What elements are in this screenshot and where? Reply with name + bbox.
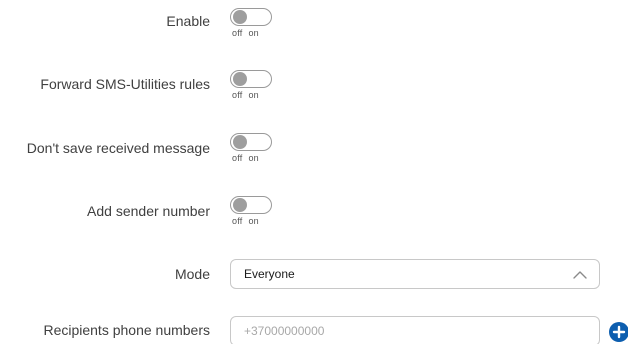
add-recipient-button[interactable] bbox=[609, 322, 628, 342]
add-sender-label: Add sender number bbox=[87, 203, 210, 219]
recipients-label: Recipients phone numbers bbox=[43, 322, 210, 338]
on-label: on bbox=[248, 153, 259, 163]
sms-forwarding-form: Enable off on Forward SMS-Utilities rules… bbox=[0, 0, 628, 344]
off-label: off bbox=[232, 28, 243, 38]
on-label: on bbox=[248, 216, 259, 226]
on-label: on bbox=[248, 28, 259, 38]
recipient-phone-input[interactable] bbox=[230, 316, 600, 344]
enable-switch[interactable] bbox=[230, 8, 272, 26]
off-label: off bbox=[232, 216, 243, 226]
enable-toggle[interactable]: off on bbox=[230, 8, 274, 38]
forward-rules-label: Forward SMS-Utilities rules bbox=[40, 76, 210, 92]
dont-save-toggle[interactable]: off on bbox=[230, 133, 274, 163]
mode-label: Mode bbox=[174, 266, 210, 282]
off-label: off bbox=[232, 90, 243, 100]
toggle-state-labels: off on bbox=[232, 28, 259, 38]
dont-save-switch[interactable] bbox=[230, 133, 272, 151]
add-sender-switch[interactable] bbox=[230, 196, 272, 214]
forward-rules-toggle[interactable]: off on bbox=[230, 70, 274, 100]
chevron-up-icon bbox=[573, 268, 587, 280]
toggle-state-labels: off on bbox=[232, 216, 259, 226]
mode-selected-value: Everyone bbox=[244, 267, 295, 281]
switch-knob bbox=[233, 10, 247, 24]
switch-knob bbox=[233, 135, 247, 149]
toggle-state-labels: off on bbox=[232, 153, 259, 163]
off-label: off bbox=[232, 153, 243, 163]
switch-knob bbox=[233, 72, 247, 86]
add-sender-toggle[interactable]: off on bbox=[230, 196, 274, 226]
plus-circle-icon bbox=[612, 325, 626, 339]
forward-rules-switch[interactable] bbox=[230, 70, 272, 88]
toggle-state-labels: off on bbox=[232, 90, 259, 100]
on-label: on bbox=[248, 90, 259, 100]
switch-knob bbox=[233, 198, 247, 212]
mode-select[interactable]: Everyone bbox=[230, 259, 600, 289]
enable-label: Enable bbox=[166, 13, 210, 29]
dont-save-label: Don't save received message bbox=[26, 140, 210, 156]
